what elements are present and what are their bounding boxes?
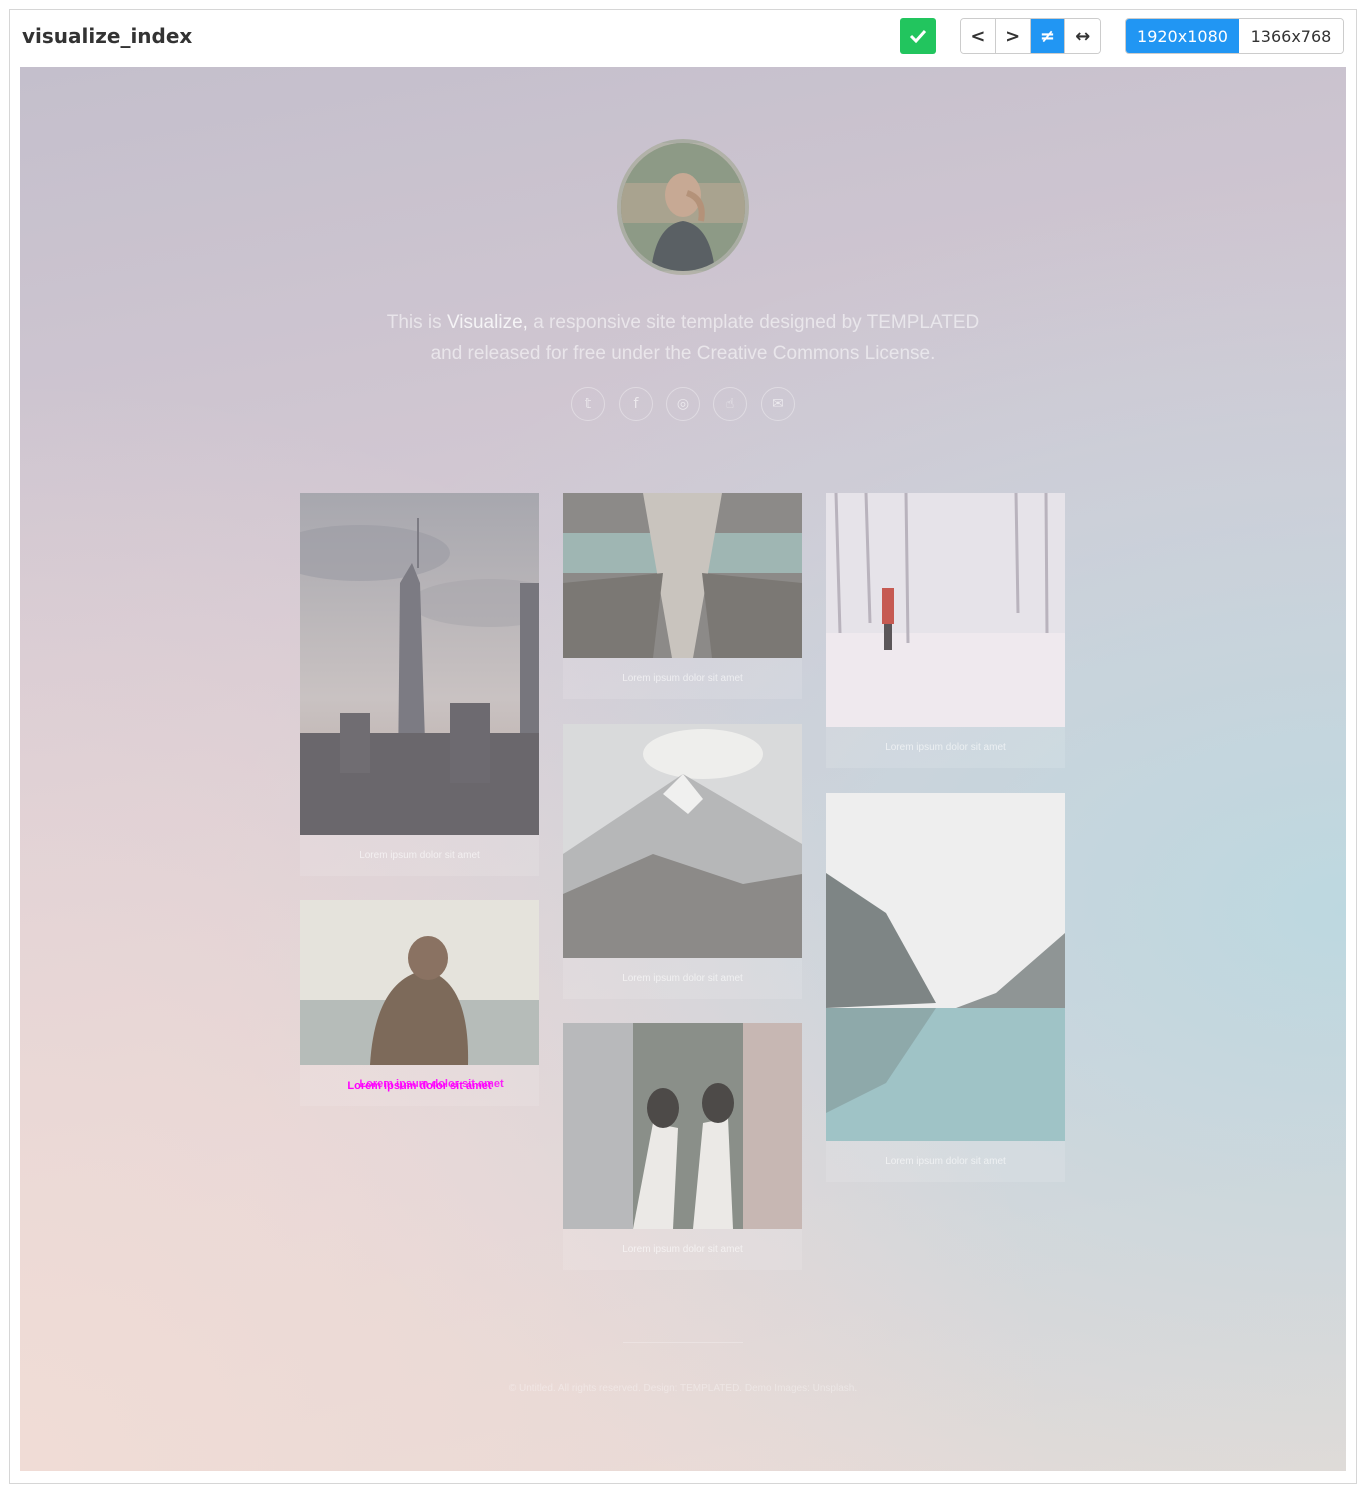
swap-button[interactable]: ↔ — [1065, 19, 1100, 53]
resolution-1366-button[interactable]: 1366x768 — [1238, 19, 1343, 53]
prev-button[interactable]: < — [961, 19, 996, 53]
intro-text: This is Visualize, a responsive site tem… — [320, 307, 1046, 369]
instagram-icon[interactable]: ◎ — [666, 387, 700, 421]
gallery-item-snow[interactable]: Lorem ipsum dolor sit amet — [826, 493, 1065, 768]
gallery-image — [300, 900, 539, 1065]
gallery-image — [563, 1023, 802, 1229]
avatar — [617, 139, 749, 275]
brand-link[interactable]: Visualize, — [447, 312, 528, 333]
gallery-caption: Lorem ipsum dolor sit amet — [359, 850, 480, 861]
gallery-caption: Lorem ipsum dolor sit amet — [622, 1244, 743, 1255]
intro-mid: a responsive site template designed by — [527, 312, 867, 333]
resolution-group: 1920x1080 1366x768 — [1125, 18, 1344, 54]
gallery-caption: Lorem ipsum dolor sit amet — [622, 673, 743, 684]
gallery-image — [563, 724, 802, 958]
gallery-item-city[interactable]: Lorem ipsum dolor sit amet — [300, 493, 539, 876]
gallery-caption: Lorem ipsum dolor sit amet — [885, 742, 1006, 753]
page-preview: This is Visualize, a responsive site tem… — [20, 67, 1346, 1471]
resolution-1920-button[interactable]: 1920x1080 — [1126, 19, 1239, 53]
view-mode-group: < > ≠ ↔ — [960, 18, 1101, 54]
gallery-item-mountain[interactable]: Lorem ipsum dolor sit amet — [563, 724, 802, 999]
gallery-image — [826, 493, 1065, 727]
dribbble-icon[interactable]: ☝ — [713, 387, 747, 421]
author-link[interactable]: TEMPLATED — [867, 312, 980, 333]
footer-copyright: © Untitled. All rights reserved. Design:… — [508, 1383, 858, 1394]
gallery-caption-overlay: Lorem ipsum dolor sit amet — [359, 1078, 504, 1090]
intro-prefix: This is — [386, 312, 447, 333]
envelope-icon[interactable]: ✉ — [761, 387, 795, 421]
gallery-caption-diff: Lorem ipsum dolor sit amet Lorem ipsum d… — [300, 1065, 539, 1106]
check-icon — [909, 29, 927, 43]
facebook-icon[interactable]: f — [619, 387, 653, 421]
gallery-image — [563, 493, 802, 658]
page-title: visualize_index — [22, 24, 193, 48]
gallery-item-feet[interactable]: Lorem ipsum dolor sit amet — [563, 1023, 802, 1270]
gallery-item-escalator[interactable]: Lorem ipsum dolor sit amet — [563, 493, 802, 699]
next-button[interactable]: > — [995, 19, 1031, 53]
gallery-item-lake[interactable]: Lorem ipsum dolor sit amet — [826, 793, 1065, 1182]
footer-divider — [623, 1342, 743, 1343]
intro-line2: and released for free under the Creative… — [430, 343, 936, 364]
diff-toggle-button[interactable]: ≠ — [1030, 19, 1066, 53]
gallery-image — [300, 493, 539, 835]
twitter-icon[interactable]: 𝕥 — [571, 387, 605, 421]
gallery-image — [826, 793, 1065, 1141]
gallery-caption: Lorem ipsum dolor sit amet — [622, 973, 743, 984]
confirm-button[interactable] — [900, 18, 936, 54]
gallery-caption: Lorem ipsum dolor sit amet — [885, 1156, 1006, 1167]
gallery-item-woman[interactable]: Lorem ipsum dolor sit amet Lorem ipsum d… — [300, 900, 539, 1106]
